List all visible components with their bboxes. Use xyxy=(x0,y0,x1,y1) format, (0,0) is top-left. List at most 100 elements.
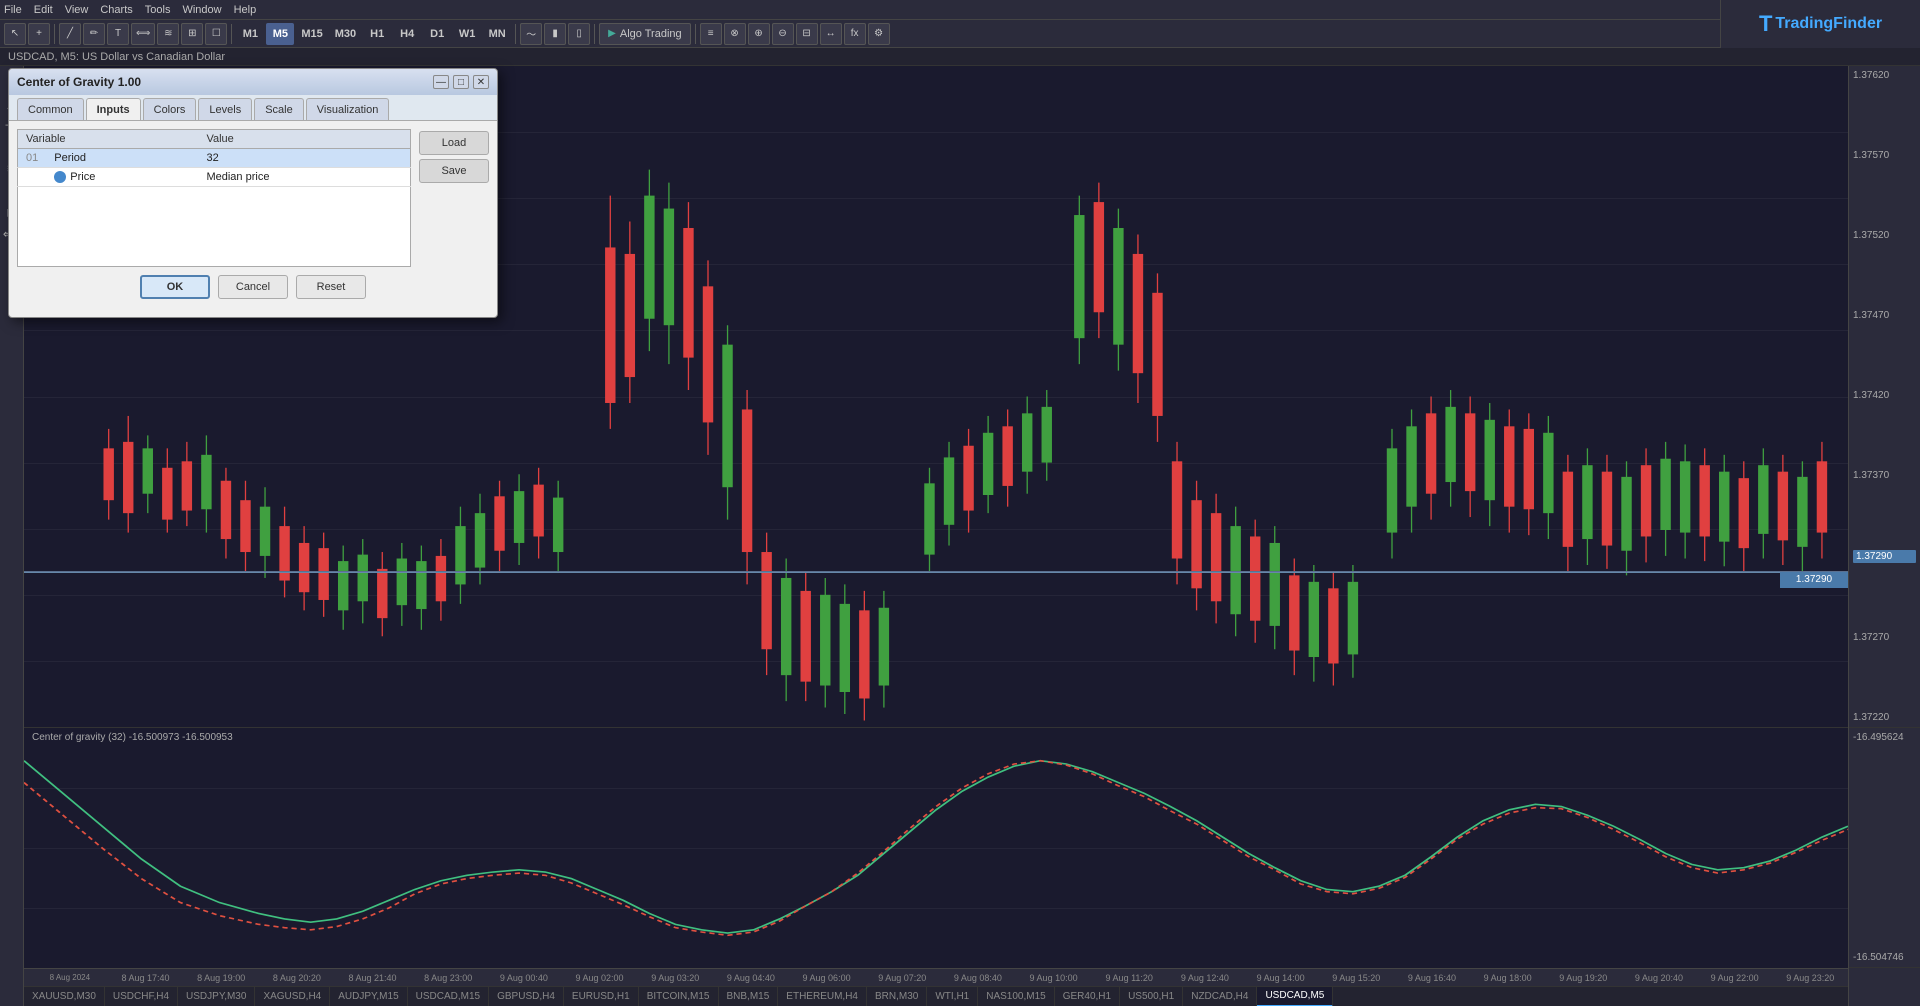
chart-candle-btn[interactable]: ▯ xyxy=(568,23,590,45)
time-tick: 9 Aug 11:20 xyxy=(1091,973,1167,983)
menu-tools[interactable]: Tools xyxy=(145,4,171,16)
tab-brn-m30[interactable]: BRN,M30 xyxy=(867,987,927,1006)
table-row-period[interactable]: 01 Period 32 xyxy=(18,149,411,168)
logo-area: T TradingFinder xyxy=(1720,0,1920,48)
modal-titlebar: Center of Gravity 1.00 — □ ✕ xyxy=(9,69,497,95)
modal-controls: — □ ✕ xyxy=(433,75,489,89)
text-tool[interactable]: T xyxy=(107,23,129,45)
tab-ethereum-h4[interactable]: ETHEREUM,H4 xyxy=(778,987,867,1006)
tf-m5[interactable]: M5 xyxy=(266,23,294,45)
tf-m30[interactable]: M30 xyxy=(330,23,361,45)
price-level: 1.37370 xyxy=(1853,470,1916,481)
modal-maximize-btn[interactable]: □ xyxy=(453,75,469,89)
row-name-period: Period xyxy=(46,149,198,168)
auto-scroll-btn[interactable]: ↔ xyxy=(820,23,842,45)
modal-close-btn[interactable]: ✕ xyxy=(473,75,489,89)
price-color-dot xyxy=(54,171,66,183)
pattern-tool[interactable]: ⊞ xyxy=(181,23,203,45)
pencil-tool[interactable]: ✏ xyxy=(83,23,105,45)
indicators-btn[interactable]: fx xyxy=(844,23,866,45)
tab-eurusd-h1[interactable]: EURUSD,H1 xyxy=(564,987,639,1006)
row-value-price: Median price xyxy=(198,168,410,187)
table-row-price[interactable]: Price Median price xyxy=(18,168,411,187)
modal-minimize-btn[interactable]: — xyxy=(433,75,449,89)
modal-tab-colors[interactable]: Colors xyxy=(143,98,197,120)
tab-nas100-m15[interactable]: NAS100,M15 xyxy=(978,987,1054,1006)
tf-m15[interactable]: M15 xyxy=(296,23,327,45)
save-button[interactable]: Save xyxy=(419,159,489,183)
ok-button[interactable]: OK xyxy=(140,275,210,299)
cross-tool[interactable]: + xyxy=(28,23,50,45)
grid-btn[interactable]: ⊟ xyxy=(796,23,818,45)
row-value-period[interactable]: 32 xyxy=(198,149,410,168)
modal-tabs: Common Inputs Colors Levels Scale Visual… xyxy=(9,95,497,121)
cursor-tool[interactable]: ↖ xyxy=(4,23,26,45)
price-level: 1.37270 xyxy=(1853,632,1916,643)
settings-btn[interactable]: ⚙ xyxy=(868,23,890,45)
orders-btn[interactable]: ≡ xyxy=(700,23,722,45)
modal-tab-levels[interactable]: Levels xyxy=(198,98,252,120)
menu-help[interactable]: Help xyxy=(234,4,257,16)
time-tick: 9 Aug 10:00 xyxy=(1016,973,1092,983)
tab-ger40-h1[interactable]: GER40,H1 xyxy=(1055,987,1120,1006)
menu-view[interactable]: View xyxy=(65,4,89,16)
time-tick: 9 Aug 03:20 xyxy=(637,973,713,983)
tab-xagusd-h4[interactable]: XAGUSD,H4 xyxy=(255,987,330,1006)
tab-nzdcad-h4[interactable]: NZDCAD,H4 xyxy=(1183,987,1257,1006)
tab-audjpy-m15[interactable]: AUDJPY,M15 xyxy=(330,987,407,1006)
modal-tab-common[interactable]: Common xyxy=(17,98,84,120)
chart-symbol: USDCAD, M5: US Dollar vs Canadian Dollar xyxy=(8,51,225,63)
line-tool[interactable]: ╱ xyxy=(59,23,81,45)
tab-bitcoin-m15[interactable]: BITCOIN,M15 xyxy=(639,987,719,1006)
menu-edit[interactable]: Edit xyxy=(34,4,53,16)
tab-usdcad-m5[interactable]: USDCAD,M5 xyxy=(1257,987,1333,1006)
logo-icon: T xyxy=(1759,11,1771,37)
modal-content: Variable Value 01 Period 32 xyxy=(17,129,489,267)
menu-bar: File Edit View Charts Tools Window Help xyxy=(0,0,1920,20)
indicator-chart[interactable]: Center of gravity (32) -16.500973 -16.50… xyxy=(24,728,1848,968)
cancel-button[interactable]: Cancel xyxy=(218,275,288,299)
tf-h1[interactable]: H1 xyxy=(363,23,391,45)
time-tick: 9 Aug 15:20 xyxy=(1318,973,1394,983)
tf-mn[interactable]: MN xyxy=(483,23,511,45)
measure-tool[interactable]: ⟺ xyxy=(131,23,155,45)
time-tick: 9 Aug 23:20 xyxy=(1772,973,1848,983)
chart-zoom-in[interactable]: ⊕ xyxy=(748,23,770,45)
menu-charts[interactable]: Charts xyxy=(100,4,132,16)
algo-trading-btn[interactable]: ▶ Algo Trading xyxy=(599,23,690,45)
shape-tool[interactable]: ☐ xyxy=(205,23,227,45)
tab-usdchf-h4[interactable]: USDCHF,H4 xyxy=(105,987,178,1006)
tab-xauusd-m30[interactable]: XAUUSD,M30 xyxy=(24,987,105,1006)
tf-d1[interactable]: D1 xyxy=(423,23,451,45)
tab-usdjpy-m30[interactable]: USDJPY,M30 xyxy=(178,987,255,1006)
modal-title: Center of Gravity 1.00 xyxy=(17,75,141,89)
reset-button[interactable]: Reset xyxy=(296,275,366,299)
chart-line-btn[interactable]: 〜 xyxy=(520,23,542,45)
tf-w1[interactable]: W1 xyxy=(453,23,481,45)
sep5 xyxy=(695,24,696,44)
time-tick: 9 Aug 22:00 xyxy=(1697,973,1773,983)
chart-bar-btn[interactable]: ▮ xyxy=(544,23,566,45)
modal-tab-inputs[interactable]: Inputs xyxy=(86,98,141,120)
load-button[interactable]: Load xyxy=(419,131,489,155)
tab-gbpusd-h4[interactable]: GBPUSD,H4 xyxy=(489,987,564,1006)
tab-wti-h1[interactable]: WTI,H1 xyxy=(927,987,978,1006)
tab-us500-h1[interactable]: US500,H1 xyxy=(1120,987,1183,1006)
time-tick: 9 Aug 19:20 xyxy=(1545,973,1621,983)
fib-tool[interactable]: ≋ xyxy=(157,23,179,45)
price-level: 1.37520 xyxy=(1853,230,1916,241)
chart-zoom-out[interactable]: ⊖ xyxy=(772,23,794,45)
depth-btn[interactable]: ⊗ xyxy=(724,23,746,45)
time-tick: 8 Aug 2024 xyxy=(32,973,108,982)
tab-usdcad-m15[interactable]: USDCAD,M15 xyxy=(408,987,489,1006)
tf-m1[interactable]: M1 xyxy=(236,23,264,45)
time-tick: 8 Aug 20:20 xyxy=(259,973,335,983)
current-price-value: 1.37290 xyxy=(1796,574,1832,585)
tf-h4[interactable]: H4 xyxy=(393,23,421,45)
menu-window[interactable]: Window xyxy=(182,4,221,16)
current-price-line: 1.37290 xyxy=(24,572,1848,573)
modal-tab-visualization[interactable]: Visualization xyxy=(306,98,390,120)
menu-file[interactable]: File xyxy=(4,4,22,16)
tab-bnb-m15[interactable]: BNB,M15 xyxy=(719,987,779,1006)
modal-tab-scale[interactable]: Scale xyxy=(254,98,304,120)
